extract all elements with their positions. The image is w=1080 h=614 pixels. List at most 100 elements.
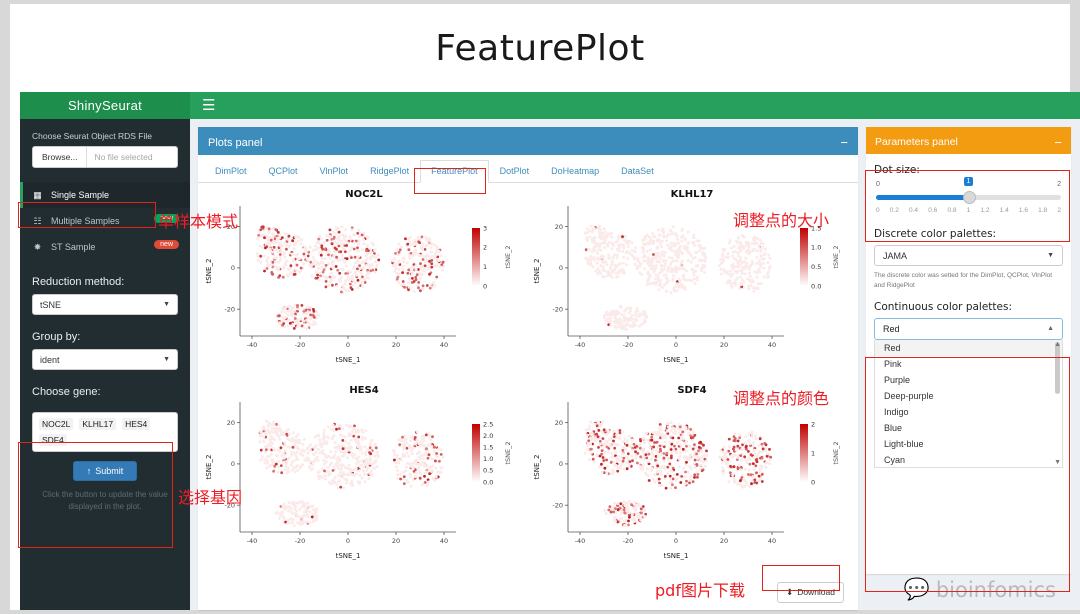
dropdown-option[interactable]: Cyan (875, 452, 1062, 467)
tab-featureplot[interactable]: FeaturePlot (420, 160, 489, 183)
dropdown-scrollbar[interactable] (1055, 341, 1060, 455)
svg-text:1: 1 (811, 449, 815, 457)
discrete-palette-select[interactable]: JAMA ▼ (874, 245, 1063, 266)
submit-helper-text: Click the button to update the value dis… (42, 490, 168, 511)
svg-text:40: 40 (768, 341, 776, 349)
page-title: FeaturePlot (435, 27, 645, 69)
gene-tag[interactable]: NOC2L (39, 418, 74, 430)
svg-text:0: 0 (346, 537, 350, 545)
dropdown-option[interactable]: Pink (875, 356, 1062, 372)
upload-icon: ↑ (86, 466, 92, 476)
slider-tick: 0.8 (947, 207, 957, 214)
minus-icon[interactable]: − (1054, 136, 1062, 149)
slider-tick: 0.6 (928, 207, 938, 214)
dropdown-option[interactable]: Indigo (875, 404, 1062, 420)
sidebar-item-single-sample[interactable]: ▦ Single Sample (20, 182, 190, 208)
sidebar-item-label: Single Sample (51, 190, 110, 200)
tab-ridgeplot[interactable]: RidgePlot (359, 160, 420, 182)
svg-text:tSNE_1: tSNE_1 (664, 356, 689, 364)
gene-tag[interactable]: SDF4 (39, 434, 67, 446)
parameters-panel-header: Parameters panel − (866, 130, 1071, 154)
svg-text:20: 20 (392, 341, 400, 349)
scrollbar-thumb[interactable] (1055, 341, 1060, 394)
gene-input[interactable]: NOC2L KLHL17 HES4 SDF4 (32, 412, 178, 452)
feature-plot-grid: NOC2L -40 -20 0 20 40 -20 0 20 tSNE_1 tSNE_2 3 2 1 0 t… (198, 183, 858, 578)
dropdown-option[interactable]: Light-blue (875, 436, 1062, 452)
navbar-right: ☰ (190, 92, 1080, 119)
app-navbar: ShinySeurat ☰ (20, 92, 1080, 119)
page-canvas: FeaturePlot ShinySeurat ☰ Choose Seurat … (10, 4, 1080, 610)
svg-text:-20: -20 (552, 305, 563, 313)
continuous-palette-input[interactable]: Red ▲ (874, 317, 1063, 340)
svg-text:0: 0 (674, 341, 678, 349)
svg-text:2.0: 2.0 (483, 431, 493, 439)
file-input[interactable]: Browse... No file selected (32, 146, 178, 168)
group-by-select[interactable]: ident ▼ (32, 349, 178, 370)
svg-text:-20: -20 (623, 537, 634, 545)
feature-plot-hes4: HES4 -40 -20 0 20 40 -20 0 20 tSNE_1 tSNE_2 2.5 2.0… (200, 383, 528, 579)
tab-vlnplot[interactable]: VlnPlot (309, 160, 360, 182)
svg-text:0: 0 (483, 282, 487, 290)
svg-text:40: 40 (768, 537, 776, 545)
svg-text:0.0: 0.0 (483, 478, 493, 486)
submit-button[interactable]: ↑ Submit (72, 461, 138, 481)
discrete-palette-help: The discrete color was setted for the Di… (874, 272, 1053, 289)
gene-tag[interactable]: HES4 (122, 418, 151, 430)
svg-text:0.5: 0.5 (483, 466, 493, 474)
annotation-text: 调整点的颜色 (733, 389, 830, 408)
group-by-value: ident (40, 354, 60, 365)
svg-text:1.0: 1.0 (811, 244, 821, 252)
slider-tick: 1 (966, 207, 971, 214)
tab-doheatmap[interactable]: DoHeatmap (540, 160, 610, 182)
continuous-palette-dropdown[interactable]: Red Pink Purple Deep-purple Indigo Blue Light-… (874, 339, 1063, 468)
svg-text:-20: -20 (224, 305, 235, 313)
slider-max: 2 (1057, 181, 1061, 188)
watermark-text: bioinfomics (935, 577, 1056, 602)
browse-button[interactable]: Browse... (33, 147, 88, 167)
slider-tick: 1.8 (1038, 207, 1048, 214)
slider-tick: 0 (876, 207, 880, 214)
annotation-text: 单样本模式 (158, 212, 239, 231)
svg-text:0: 0 (559, 460, 563, 468)
reduction-method-value: tSNE (40, 299, 62, 310)
dot-size-slider[interactable]: 0 2 1 0 0.2 0.4 0.6 0.8 1 1.2 1.4 1.6 1.8 2 (874, 177, 1063, 214)
discrete-palette-label: Discrete color palettes: (874, 228, 997, 240)
plot-title: KLHL17 (670, 189, 714, 200)
tab-dotplot[interactable]: DotPlot (489, 160, 541, 182)
hamburger-icon[interactable]: ☰ (202, 98, 215, 113)
sidebar-item-label: Multiple Samples (51, 216, 120, 226)
svg-text:20: 20 (720, 537, 728, 545)
dropdown-option[interactable]: Purple (875, 372, 1062, 388)
svg-text:tSNE_2: tSNE_2 (205, 454, 213, 479)
slider-track-fill (876, 195, 969, 200)
parameters-panel: Parameters panel − Dot size: 0 2 1 0 0.2… (866, 127, 1071, 574)
slider-tick: 1.6 (1018, 207, 1028, 214)
sidebar-item-label: ST Sample (51, 242, 96, 252)
wechat-icon: 💬 (903, 577, 930, 601)
dropdown-option[interactable]: Red (875, 339, 1062, 356)
tab-dimplot[interactable]: DimPlot (204, 160, 258, 182)
gene-tag[interactable]: KLHL17 (79, 418, 117, 430)
reduction-method-select[interactable]: tSNE ▼ (32, 294, 178, 315)
dot-size-label: Dot size: (874, 164, 920, 176)
sidebar-item-st-sample[interactable]: ✸ ST Sample new (20, 234, 190, 260)
parameters-panel-body: Dot size: 0 2 1 0 0.2 0.4 0.6 0.8 1 1.2 … (866, 154, 1071, 475)
svg-text:tSNE_1: tSNE_1 (336, 356, 361, 364)
svg-text:-40: -40 (247, 537, 258, 545)
download-button[interactable]: ⬇ Download (777, 581, 844, 603)
slider-handle[interactable] (962, 191, 976, 204)
dropdown-option[interactable]: Blue (875, 420, 1062, 436)
svg-text:tSNE_2: tSNE_2 (504, 441, 512, 464)
tab-qcplot[interactable]: QCPlot (258, 160, 309, 182)
svg-text:tSNE_2: tSNE_2 (533, 454, 541, 479)
dropdown-option[interactable]: Deep-purple (875, 388, 1062, 404)
scroll-down-icon[interactable]: ▼ (1054, 459, 1061, 466)
minus-icon[interactable]: − (840, 136, 848, 149)
slider-tick: 1.4 (999, 207, 1009, 214)
scroll-up-icon[interactable]: ▲ (1054, 341, 1061, 348)
group-by-label: Group by: (32, 331, 81, 343)
annotation-text: 选择基因 (178, 488, 243, 507)
svg-text:2: 2 (483, 244, 487, 252)
slider-track[interactable]: 1 (876, 177, 1061, 206)
tab-dataset[interactable]: DataSet (610, 160, 665, 182)
